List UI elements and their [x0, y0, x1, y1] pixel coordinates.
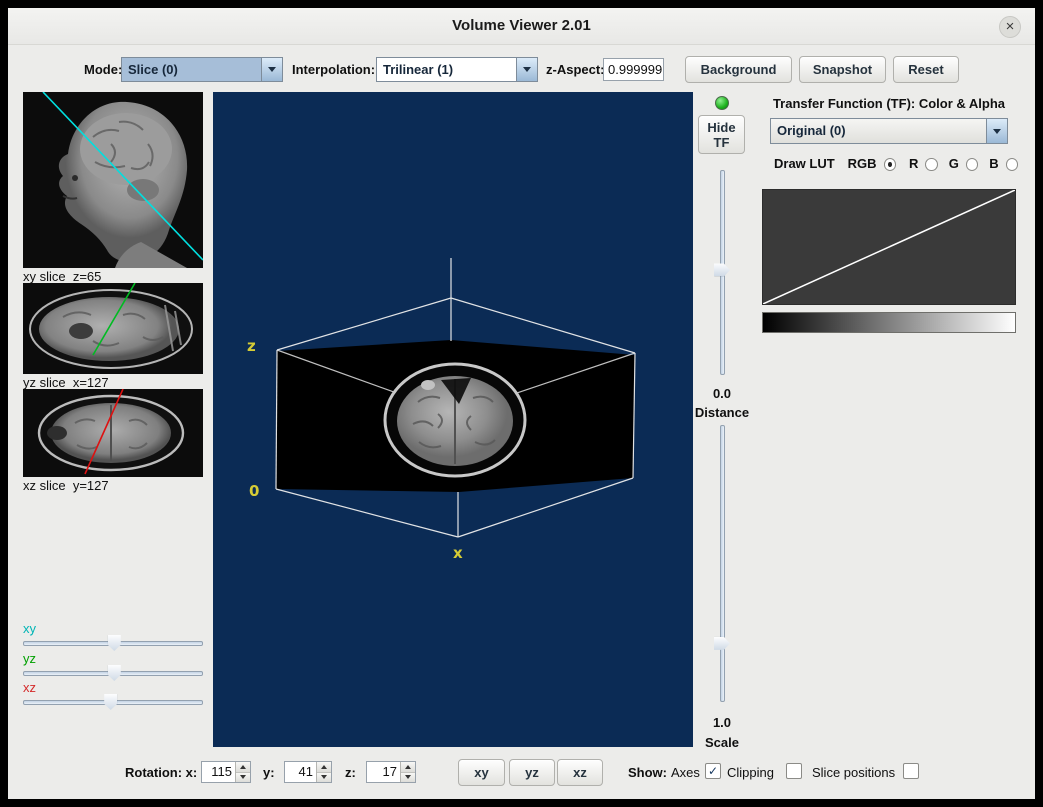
interpolation-dropdown-value: Trilinear (1) — [377, 58, 516, 81]
xz-slider-thumb[interactable] — [104, 694, 117, 710]
check-icon: ✓ — [708, 764, 718, 778]
close-button[interactable]: × — [999, 16, 1021, 38]
clipping-label: Clipping — [727, 765, 774, 781]
origin-label: 0 — [249, 482, 259, 500]
close-icon: × — [1006, 18, 1015, 35]
sagittal-mri-image — [23, 92, 203, 268]
channel-rgb-label: RGB — [848, 156, 877, 172]
clipping-checkbox[interactable] — [786, 763, 802, 779]
interpolation-label: Interpolation: — [292, 62, 375, 78]
rotation-z-spinner[interactable]: 17 — [366, 761, 416, 783]
draw-lut-label: Draw LUT — [774, 156, 835, 172]
xy-slice-thumbnail — [23, 92, 203, 268]
rotation-y-value: 41 — [285, 762, 316, 782]
snapshot-button[interactable]: Snapshot — [799, 56, 886, 83]
distance-label: Distance — [692, 405, 752, 421]
xy-slider-thumb[interactable] — [108, 635, 121, 651]
yz-slice-thumbnail — [23, 283, 203, 374]
volume-viewer-window: Volume Viewer 2.01 × Mode: Slice (0) Int… — [8, 8, 1035, 799]
interpolation-dropdown[interactable]: Trilinear (1) — [376, 57, 538, 82]
channel-b-label: B — [989, 156, 998, 172]
dropdown-arrow-icon[interactable] — [986, 119, 1007, 143]
x-axis-label: x — [453, 544, 463, 562]
axes-checkbox[interactable]: ✓ — [705, 763, 721, 779]
mode-label: Mode: — [84, 62, 122, 78]
z-aspect-input[interactable]: 0.999999 — [603, 58, 664, 81]
draw-lut-row: Draw LUT RGB R G B — [774, 156, 1018, 172]
spinner-down-icon[interactable] — [317, 773, 331, 783]
tf-panel-title: Transfer Function (TF): Color & Alpha — [762, 96, 1016, 112]
lut-dropdown-value: Original (0) — [771, 119, 986, 143]
channel-r-radio[interactable] — [925, 158, 937, 171]
scale-value: 1.0 — [700, 715, 744, 731]
yz-mri-image — [23, 283, 203, 374]
mode-dropdown-value: Slice (0) — [122, 58, 261, 81]
xy-slice-slider[interactable] — [23, 635, 203, 651]
spinner-down-icon[interactable] — [236, 773, 250, 783]
yz-slice-slider[interactable] — [23, 665, 203, 681]
xy-slice-label: xy slice z=65 — [23, 269, 101, 284]
xz-mri-image — [23, 389, 203, 477]
xz-slice-slider[interactable] — [23, 694, 203, 710]
tf-status-led — [715, 96, 729, 110]
yz-slice-label: yz slice x=127 — [23, 375, 109, 390]
channel-rgb-radio[interactable] — [884, 158, 896, 171]
volume-3d-view[interactable]: z 0 x — [213, 92, 693, 747]
z-aspect-value: 0.999999 — [608, 62, 662, 77]
app-frame: Volume Viewer 2.01 × Mode: Slice (0) Int… — [0, 0, 1043, 807]
spinner-down-icon[interactable] — [401, 773, 415, 783]
title-bar: Volume Viewer 2.01 — [8, 8, 1035, 45]
z-axis-label: z — [247, 337, 256, 355]
axes-label: Axes — [671, 765, 700, 781]
lut-curve-plot[interactable] — [762, 189, 1016, 305]
spinner-up-icon[interactable] — [236, 762, 250, 773]
view-yz-button[interactable]: yz — [509, 759, 555, 786]
reset-button[interactable]: Reset — [893, 56, 959, 83]
yz-slider-thumb[interactable] — [108, 665, 121, 681]
rotation-y-label: y: — [263, 765, 275, 781]
mode-dropdown[interactable]: Slice (0) — [121, 57, 283, 82]
scale-slider[interactable] — [712, 425, 732, 702]
scale-label: Scale — [692, 735, 752, 751]
channel-b-radio[interactable] — [1006, 158, 1018, 171]
lut-curve-line — [763, 190, 1015, 304]
hide-tf-button[interactable]: Hide TF — [698, 115, 745, 154]
background-button[interactable]: Background — [685, 56, 792, 83]
distance-slider-thumb[interactable] — [714, 263, 730, 276]
distance-slider[interactable] — [712, 170, 732, 375]
slice-positions-label: Slice positions — [812, 765, 895, 781]
grayscale-lut-bar — [762, 312, 1016, 333]
rotation-z-value: 17 — [367, 762, 400, 782]
spinner-up-icon[interactable] — [401, 762, 415, 773]
channel-g-label: G — [949, 156, 959, 172]
rotation-x-label: Rotation: x: — [125, 765, 197, 781]
dropdown-arrow-icon[interactable] — [516, 58, 537, 81]
view-xz-button[interactable]: xz — [557, 759, 603, 786]
dropdown-arrow-icon[interactable] — [261, 58, 282, 81]
z-aspect-label: z-Aspect: — [546, 62, 605, 78]
scale-slider-thumb[interactable] — [714, 637, 730, 650]
show-label: Show: — [628, 765, 667, 781]
lut-dropdown[interactable]: Original (0) — [770, 118, 1008, 144]
rotation-y-spinner[interactable]: 41 — [284, 761, 332, 783]
xz-slice-label: xz slice y=127 — [23, 478, 109, 493]
channel-r-label: R — [909, 156, 918, 172]
scale-slider-track[interactable] — [720, 425, 725, 702]
distance-value: 0.0 — [700, 386, 744, 402]
wireframe-and-slice-render — [213, 92, 693, 747]
rotation-x-value: 115 — [202, 762, 235, 782]
rotation-z-label: z: — [345, 765, 356, 781]
rotation-x-spinner[interactable]: 115 — [201, 761, 251, 783]
channel-g-radio[interactable] — [966, 158, 978, 171]
xz-slice-thumbnail — [23, 389, 203, 477]
slice-positions-checkbox[interactable] — [903, 763, 919, 779]
spinner-up-icon[interactable] — [317, 762, 331, 773]
view-xy-button[interactable]: xy — [458, 759, 505, 786]
window-title: Volume Viewer 2.01 — [8, 8, 1035, 44]
